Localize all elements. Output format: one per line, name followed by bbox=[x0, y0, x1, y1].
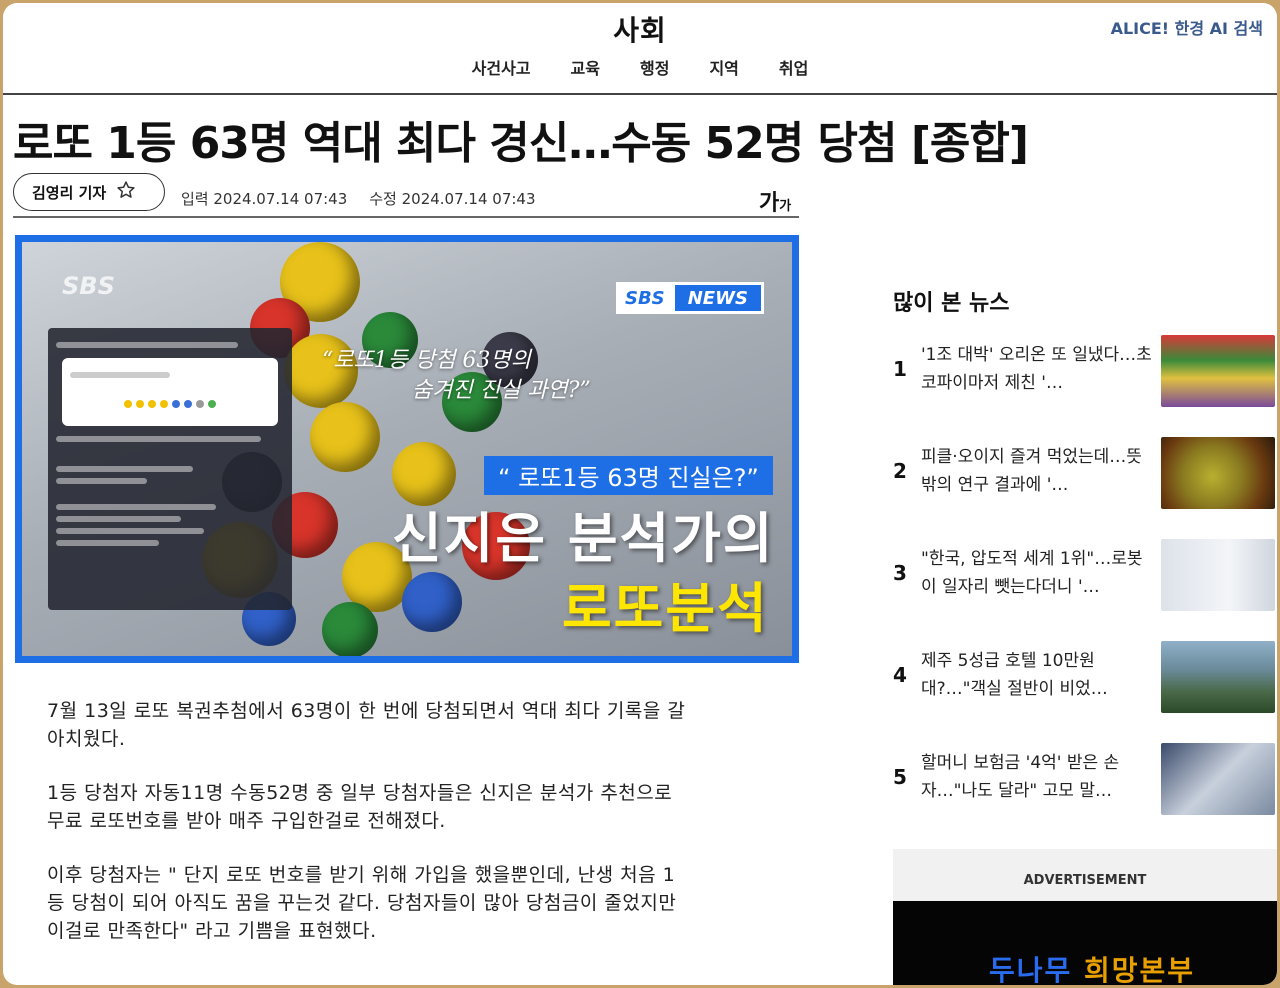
advertisement[interactable]: ADVERTISEMENT 두나무 희망본부 bbox=[893, 849, 1277, 985]
popular-headline[interactable]: 피클·오이지 즐겨 먹었는데…뜻밖의 연구 결과에 '… bbox=[921, 443, 1153, 499]
image-blue-caption: “ 로또1등 63명 진실은?” bbox=[484, 456, 773, 495]
body-paragraph-3: 이후 당첨자는 " 단지 로또 번호를 받기 위해 가입을 했을뿐인데, 난생 … bbox=[47, 864, 677, 942]
page-frame: 사회 ALICE! 한경 AI 검색 사건사고 교육 행정 지역 취업 로또 1… bbox=[3, 3, 1277, 985]
popular-item-2[interactable]: 2 피클·오이지 즐겨 먹었는데…뜻밖의 연구 결과에 '… bbox=[893, 437, 1275, 509]
ad-brand[interactable]: 두나무 희망본부 bbox=[989, 949, 1195, 985]
subnav-incident[interactable]: 사건사고 bbox=[472, 55, 531, 79]
popular-thumbnail[interactable] bbox=[1161, 641, 1275, 713]
font-size-small: 가 bbox=[779, 199, 792, 214]
image-big-yellow-text: 로또분석 bbox=[562, 577, 769, 640]
body-paragraph-2: 1등 당첨자 자동11명 수동52명 중 일부 당첨자들은 신지은 분석가 추천… bbox=[47, 782, 673, 832]
sub-navigation: 사건사고 교육 행정 지역 취업 bbox=[3, 55, 1277, 79]
quote-line-1: “로또1등 당첨 63명의 bbox=[322, 348, 531, 373]
image-quote: “로또1등 당첨 63명의 숨겨진 진실 과연?” bbox=[322, 346, 591, 406]
image-big-white-text: 신지은 분석가의 bbox=[392, 507, 775, 570]
ad-label: ADVERTISEMENT bbox=[1023, 873, 1147, 888]
sbs-news-b: NEWS bbox=[674, 285, 761, 311]
popular-rank: 1 bbox=[893, 357, 907, 381]
subnav-education[interactable]: 교육 bbox=[571, 55, 600, 79]
quote-line-2: 숨겨진 진실 과연?” bbox=[412, 378, 591, 403]
popular-item-3[interactable]: 3 "한국, 압도적 세계 1위"…로봇이 일자리 뺏는다더니 '… bbox=[893, 539, 1275, 611]
ad-brand-a: 두나무 bbox=[989, 954, 1073, 985]
popular-rank: 2 bbox=[893, 459, 907, 483]
popular-item-4[interactable]: 4 제주 5성급 호텔 10만원대?…"객실 절반이 비었… bbox=[893, 641, 1275, 713]
sbs-watermark: SBS bbox=[62, 272, 115, 300]
popular-thumbnail[interactable] bbox=[1161, 335, 1275, 407]
phone-screenshot bbox=[48, 328, 292, 610]
popular-rank: 3 bbox=[893, 561, 907, 585]
article-body: 7월 13일 로또 복권추첨에서 63명이 한 번에 당첨되면서 역대 최다 기… bbox=[47, 697, 687, 971]
subnav-administration[interactable]: 행정 bbox=[640, 55, 669, 79]
popular-thumbnail[interactable] bbox=[1161, 437, 1275, 509]
popular-item-5[interactable]: 5 할머니 보험금 '4억' 받은 손자…"나도 달라" 고모 말… bbox=[893, 743, 1275, 815]
alice-search-link[interactable]: ALICE! 한경 AI 검색 bbox=[1111, 15, 1263, 39]
popular-item-1[interactable]: 1 '1조 대박' 오리온 또 일냈다…초코파이마저 제친 '… bbox=[893, 335, 1275, 407]
popular-headline[interactable]: 제주 5성급 호텔 10만원대?…"객실 절반이 비었… bbox=[921, 647, 1153, 703]
body-paragraph-1: 7월 13일 로또 복권추첨에서 63명이 한 번에 당첨되면서 역대 최다 기… bbox=[47, 700, 686, 750]
section-title[interactable]: 사회 bbox=[3, 9, 1277, 49]
reporter-button[interactable]: 김영리 기자 bbox=[13, 173, 165, 211]
input-date: 입력 2024.07.14 07:43 bbox=[181, 190, 348, 208]
font-size-button[interactable]: 가가 bbox=[759, 185, 791, 217]
popular-rank: 4 bbox=[893, 663, 907, 687]
star-icon[interactable] bbox=[116, 180, 136, 204]
subnav-employment[interactable]: 취업 bbox=[779, 55, 808, 79]
popular-headline[interactable]: '1조 대박' 오리온 또 일냈다…초코파이마저 제친 '… bbox=[921, 341, 1153, 397]
sbs-news-logo: SBS NEWS bbox=[616, 282, 764, 314]
article-headline: 로또 1등 63명 역대 최다 경신…수동 52명 당첨 [종합] bbox=[13, 118, 1029, 169]
subnav-region[interactable]: 지역 bbox=[709, 55, 738, 79]
meta-divider bbox=[13, 216, 799, 218]
popular-thumbnail[interactable] bbox=[1161, 743, 1275, 815]
ad-brand-b: 희망본부 bbox=[1084, 954, 1196, 985]
popular-thumbnail[interactable] bbox=[1161, 539, 1275, 611]
popular-news-title: 많이 본 뉴스 bbox=[893, 291, 1010, 316]
reporter-name: 김영리 기자 bbox=[32, 183, 107, 202]
popular-headline[interactable]: 할머니 보험금 '4억' 받은 손자…"나도 달라" 고모 말… bbox=[921, 749, 1153, 805]
article-dates: 입력 2024.07.14 07:43 수정 2024.07.14 07:43 bbox=[181, 188, 536, 209]
header-divider bbox=[3, 93, 1277, 95]
modify-date: 수정 2024.07.14 07:43 bbox=[369, 190, 536, 208]
article-hero-image: SBS SBS NEWS “로또1등 당첨 63명의 숨겨진 진실 과연?” “… bbox=[15, 235, 799, 663]
popular-headline[interactable]: "한국, 압도적 세계 1위"…로봇이 일자리 뺏는다더니 '… bbox=[921, 545, 1153, 601]
font-size-large: 가 bbox=[759, 191, 780, 216]
sbs-news-a: SBS bbox=[625, 287, 665, 309]
popular-rank: 5 bbox=[893, 765, 907, 789]
